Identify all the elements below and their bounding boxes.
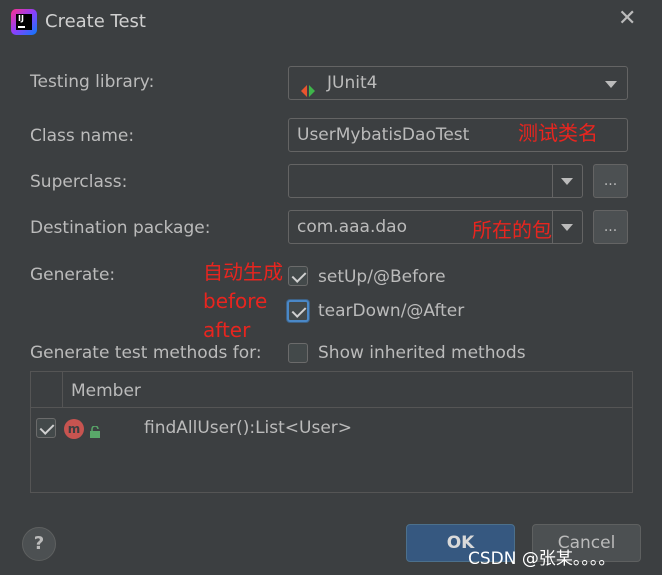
row-checkbox[interactable] [36, 418, 56, 438]
testing-library-value: JUnit4 [327, 73, 378, 93]
superclass-dropdown-button[interactable] [552, 165, 582, 197]
generate-annotation-line2: before [203, 289, 268, 313]
destination-package-label: Destination package: [30, 218, 211, 238]
method-icon: m [64, 419, 84, 439]
teardown-label: tearDown/@After [318, 301, 465, 321]
testing-library-label: Testing library: [30, 72, 155, 92]
class-name-annotation: 测试类名 [518, 121, 598, 145]
close-icon[interactable]: ✕ [618, 8, 636, 30]
generate-annotation-line3: after [203, 318, 251, 342]
setup-checkbox[interactable] [288, 266, 308, 286]
destination-package-value: com.aaa.dao [297, 217, 407, 237]
intellij-app-icon: IJ [11, 9, 37, 35]
package-annotation: 所在的包 [472, 218, 552, 242]
show-inherited-label: Show inherited methods [318, 343, 526, 363]
table-row[interactable]: m findAllUser():List<User> [31, 409, 632, 449]
generate-methods-label: Generate test methods for: [30, 343, 262, 363]
chevron-down-icon [605, 81, 617, 88]
superclass-combo[interactable] [288, 164, 583, 198]
superclass-browse-button[interactable]: ... [593, 164, 628, 198]
generate-annotation: 自动生成 before after [203, 258, 283, 345]
dialog-title: Create Test [45, 11, 146, 32]
destination-package-browse-button[interactable]: ... [593, 210, 628, 244]
junit-icon [301, 77, 315, 97]
chevron-down-icon [561, 224, 573, 231]
public-lock-icon [89, 423, 101, 438]
setup-label: setUp/@Before [318, 267, 446, 287]
csdn-watermark: CSDN @张某。。。。 [468, 549, 616, 569]
member-table[interactable]: Member m findAllUser():List<User> [30, 371, 633, 493]
class-name-value: UserMybatisDaoTest [297, 125, 470, 145]
method-signature: findAllUser():List<User> [144, 418, 353, 438]
destination-package-dropdown-button[interactable] [552, 211, 582, 243]
generate-label: Generate: [30, 265, 116, 285]
help-button[interactable]: ? [22, 527, 56, 561]
superclass-label: Superclass: [30, 172, 128, 192]
show-inherited-checkbox[interactable] [288, 343, 308, 363]
class-name-label: Class name: [30, 126, 135, 146]
generate-annotation-line1: 自动生成 [203, 260, 283, 284]
testing-library-select[interactable]: JUnit4 [288, 66, 628, 100]
teardown-checkbox[interactable] [287, 300, 309, 322]
table-header: Member [31, 372, 632, 408]
member-column-header[interactable]: Member [71, 381, 141, 401]
chevron-down-icon [561, 178, 573, 185]
